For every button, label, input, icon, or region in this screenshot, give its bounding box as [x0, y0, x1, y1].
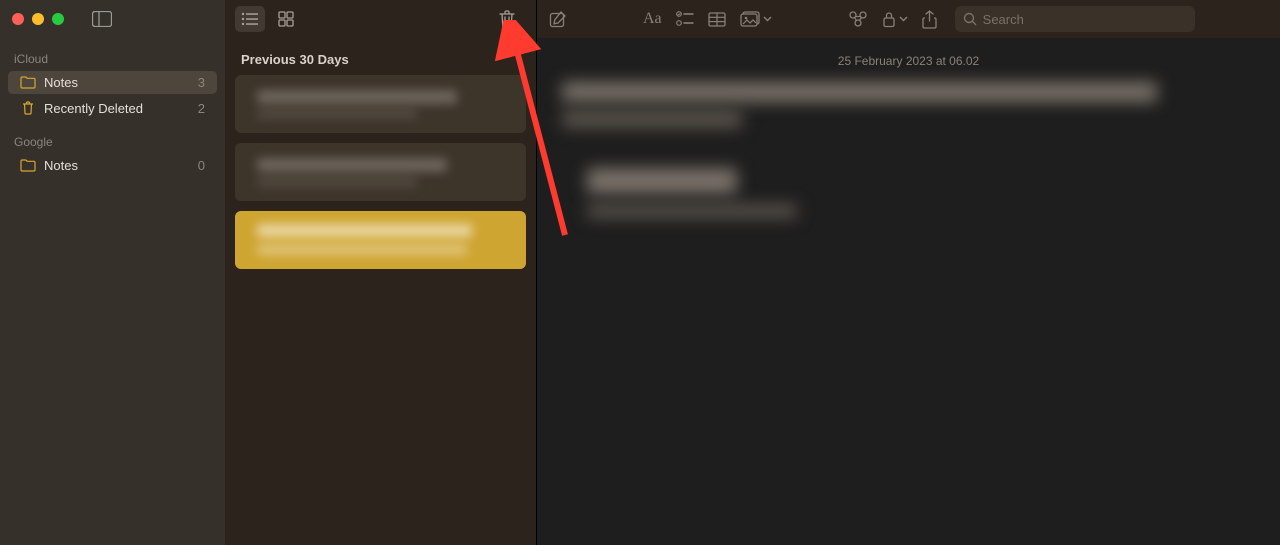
sidebar-item-label: Recently Deleted	[44, 101, 198, 116]
note-list-item[interactable]	[235, 75, 526, 133]
close-window-button[interactable]	[12, 13, 24, 25]
editor-toolbar: Aa	[537, 0, 1280, 38]
note-timestamp: 25 February 2023 at 06.02	[557, 54, 1260, 68]
media-button[interactable]	[740, 11, 772, 27]
search-field[interactable]	[955, 6, 1195, 32]
sidebar-item-notes[interactable]: Notes 3	[8, 71, 217, 94]
notes-list-column: Previous 30 Days	[225, 0, 537, 545]
trash-icon	[20, 100, 36, 116]
note-editor-body[interactable]: 25 February 2023 at 06.02	[537, 38, 1280, 545]
compose-note-button[interactable]	[549, 10, 567, 28]
sidebar: iCloud Notes 3 Recently Deleted 2 Google…	[0, 0, 225, 545]
list-view-button[interactable]	[235, 6, 265, 32]
toggle-sidebar-button[interactable]	[92, 11, 112, 27]
chevron-down-icon	[899, 16, 908, 22]
list-toolbar	[225, 0, 536, 38]
sidebar-section-icloud: iCloud	[0, 38, 225, 70]
sidebar-item-count: 0	[198, 158, 205, 173]
editor-column: Aa	[537, 0, 1280, 545]
list-section-header: Previous 30 Days	[225, 38, 536, 75]
gallery-view-button[interactable]	[271, 6, 301, 32]
sidebar-item-count: 3	[198, 75, 205, 90]
sidebar-section-google: Google	[0, 121, 225, 153]
search-input[interactable]	[983, 12, 1187, 27]
checklist-button[interactable]	[676, 11, 694, 27]
window-titlebar	[0, 0, 225, 38]
search-icon	[963, 12, 977, 26]
sidebar-item-google-notes[interactable]: Notes 0	[8, 154, 217, 177]
share-button[interactable]	[922, 10, 937, 29]
sidebar-item-count: 2	[198, 101, 205, 116]
delete-note-button[interactable]	[496, 4, 526, 34]
table-button[interactable]	[708, 12, 726, 27]
folder-icon	[20, 76, 36, 89]
traffic-lights	[12, 13, 64, 25]
sidebar-item-label: Notes	[44, 158, 198, 173]
chevron-down-icon	[763, 16, 772, 22]
note-content-redacted	[557, 82, 1260, 218]
note-list-item[interactable]	[235, 143, 526, 201]
link-button[interactable]	[848, 11, 868, 27]
sidebar-item-recently-deleted[interactable]: Recently Deleted 2	[8, 96, 217, 120]
minimize-window-button[interactable]	[32, 13, 44, 25]
folder-icon	[20, 159, 36, 172]
sidebar-item-label: Notes	[44, 75, 198, 90]
note-list-item-selected[interactable]	[235, 211, 526, 269]
maximize-window-button[interactable]	[52, 13, 64, 25]
lock-button[interactable]	[882, 11, 908, 28]
format-text-button[interactable]: Aa	[643, 10, 662, 28]
